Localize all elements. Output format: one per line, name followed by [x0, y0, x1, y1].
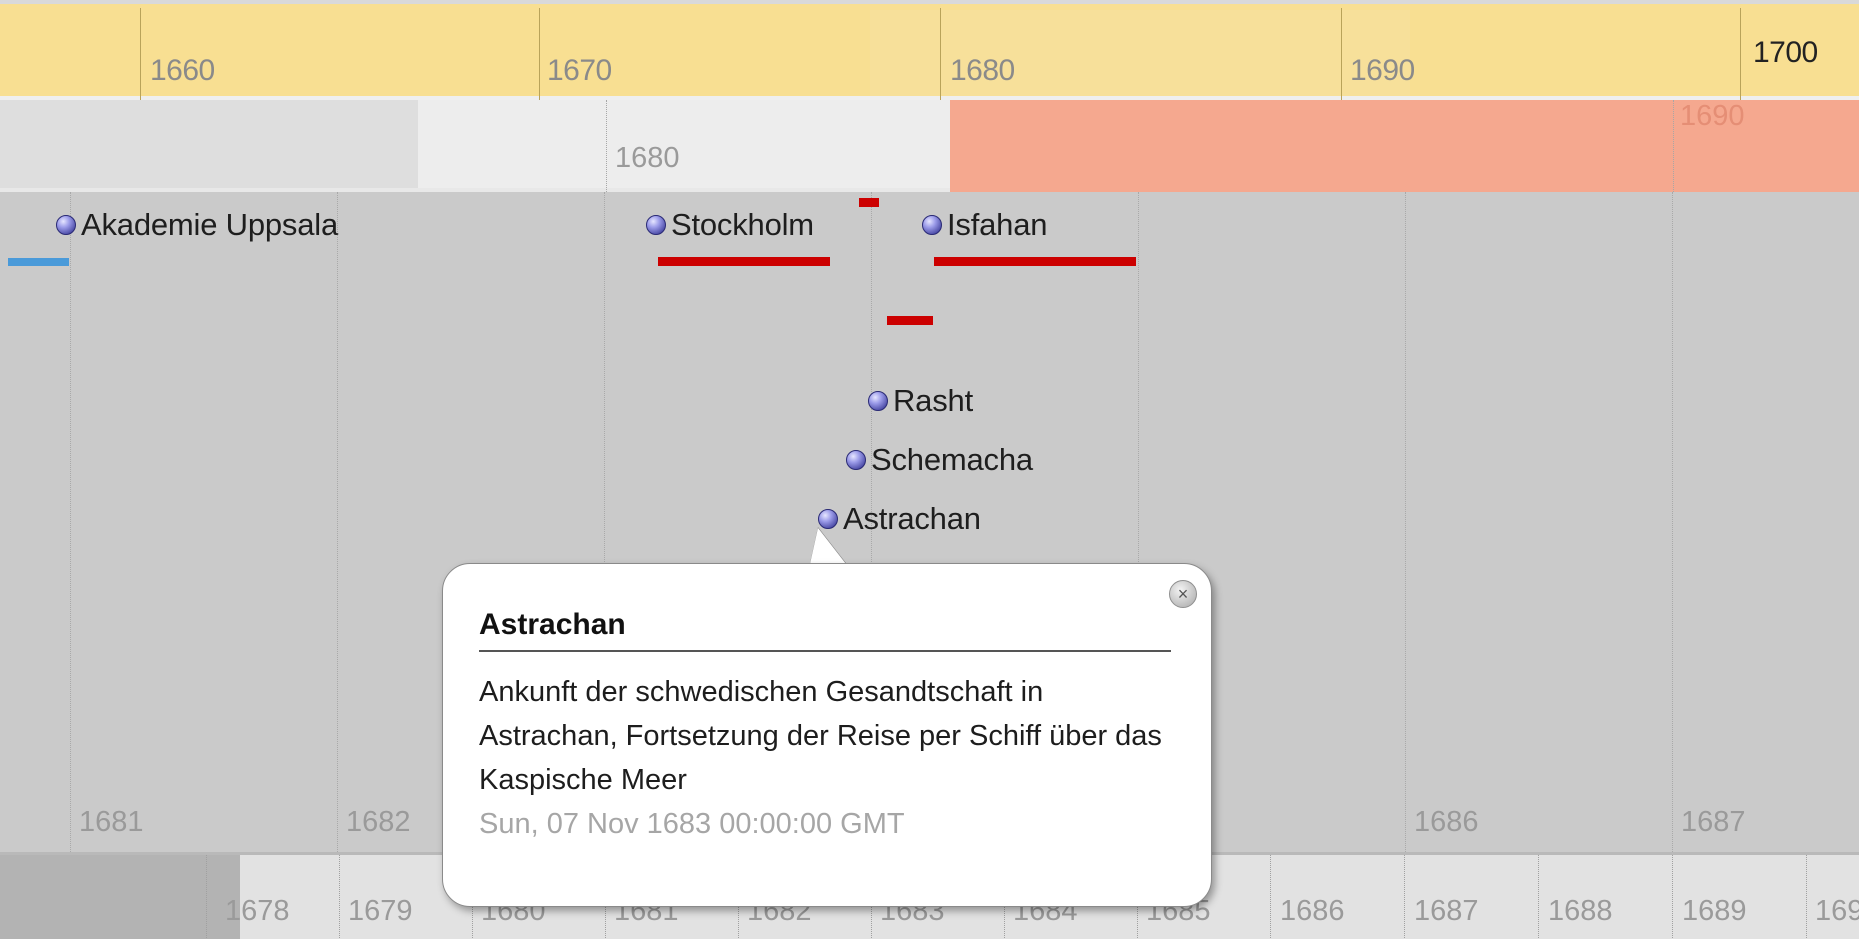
event-label[interactable]: Astrachan — [843, 501, 981, 537]
decade-label: 1680 — [950, 54, 1015, 87]
overview-tick — [606, 100, 607, 192]
event-rasht[interactable]: Rasht — [868, 383, 973, 419]
event-popup: × Astrachan Ankunft der schwedischen Ges… — [442, 563, 1212, 907]
decade-label: 1670 — [547, 54, 612, 87]
year-label: 1687 — [1681, 806, 1746, 838]
event-marker-icon[interactable] — [868, 391, 888, 411]
decade-label: 1700 — [1753, 36, 1818, 69]
duration-bar[interactable] — [8, 258, 69, 266]
decade-band[interactable]: 1660 1670 1680 1690 1700 — [0, 0, 1859, 104]
popup-body: Ankunft der schwedischen Gesandtschaft i… — [479, 670, 1179, 846]
event-label[interactable]: Isfahan — [947, 207, 1047, 243]
year-band-tick — [1404, 855, 1405, 939]
event-marker-icon[interactable] — [56, 215, 76, 235]
popup-pointer — [810, 528, 846, 564]
popup-title: Astrachan — [479, 608, 1171, 652]
overview-band-highlight — [418, 100, 950, 188]
year-band-out-of-range — [0, 855, 240, 939]
year-band-label: 1688 — [1548, 895, 1613, 927]
event-akademie-uppsala[interactable]: Akademie Uppsala — [56, 207, 338, 243]
event-marker-icon[interactable] — [818, 509, 838, 529]
event-label[interactable]: Akademie Uppsala — [81, 207, 338, 243]
year-band-tick — [206, 855, 207, 939]
overview-label: 1690 — [1680, 100, 1859, 192]
year-band-label: 1686 — [1280, 895, 1345, 927]
close-icon[interactable]: × — [1169, 580, 1197, 608]
year-band-label: 1678 — [225, 895, 290, 927]
event-label[interactable]: Rasht — [893, 383, 973, 419]
year-band-label: 1689 — [1682, 895, 1747, 927]
event-schemacha[interactable]: Schemacha — [846, 442, 1033, 478]
decade-tick — [940, 8, 941, 104]
event-marker-icon[interactable] — [922, 215, 942, 235]
year-band-label: 1687 — [1414, 895, 1479, 927]
overview-band[interactable]: 1680 1690 — [0, 100, 1859, 192]
decade-tick — [140, 8, 141, 104]
year-band-label: 1679 — [348, 895, 413, 927]
year-gridline — [70, 192, 71, 892]
year-band-label: 1690 — [1815, 895, 1859, 927]
event-marker-icon[interactable] — [646, 215, 666, 235]
overview-tick — [1673, 100, 1674, 192]
duration-bar[interactable] — [859, 198, 879, 207]
decade-label: 1690 — [1350, 54, 1415, 87]
popup-date: Sun, 07 Nov 1683 00:00:00 GMT — [479, 808, 905, 840]
event-marker-icon[interactable] — [846, 450, 866, 470]
year-label: 1681 — [79, 806, 144, 838]
year-gridline — [1405, 192, 1406, 892]
year-label: 1682 — [346, 806, 411, 838]
event-label[interactable]: Stockholm — [671, 207, 814, 243]
year-band-tick — [1806, 855, 1807, 939]
timeline[interactable]: 1660 1670 1680 1690 1700 1680 1690 1681 … — [0, 0, 1859, 939]
popup-description: Ankunft der schwedischen Gesandtschaft i… — [479, 676, 1162, 796]
decade-tick — [539, 8, 540, 104]
duration-bar[interactable] — [934, 257, 1136, 266]
year-label: 1686 — [1414, 806, 1479, 838]
year-band-tick — [1538, 855, 1539, 939]
year-gridline — [1672, 192, 1673, 892]
duration-bar[interactable] — [887, 316, 933, 325]
duration-bar[interactable] — [658, 257, 830, 266]
overview-label: 1680 — [615, 142, 680, 174]
year-gridline — [337, 192, 338, 892]
year-band-tick — [339, 855, 340, 939]
event-label[interactable]: Schemacha — [871, 442, 1033, 478]
decade-tick — [1740, 8, 1741, 104]
year-band-tick — [1672, 855, 1673, 939]
decade-tick — [1341, 8, 1342, 104]
event-stockholm[interactable]: Stockholm — [646, 207, 814, 243]
year-band-tick — [1270, 855, 1271, 939]
event-isfahan[interactable]: Isfahan — [922, 207, 1047, 243]
decade-label: 1660 — [150, 54, 215, 87]
